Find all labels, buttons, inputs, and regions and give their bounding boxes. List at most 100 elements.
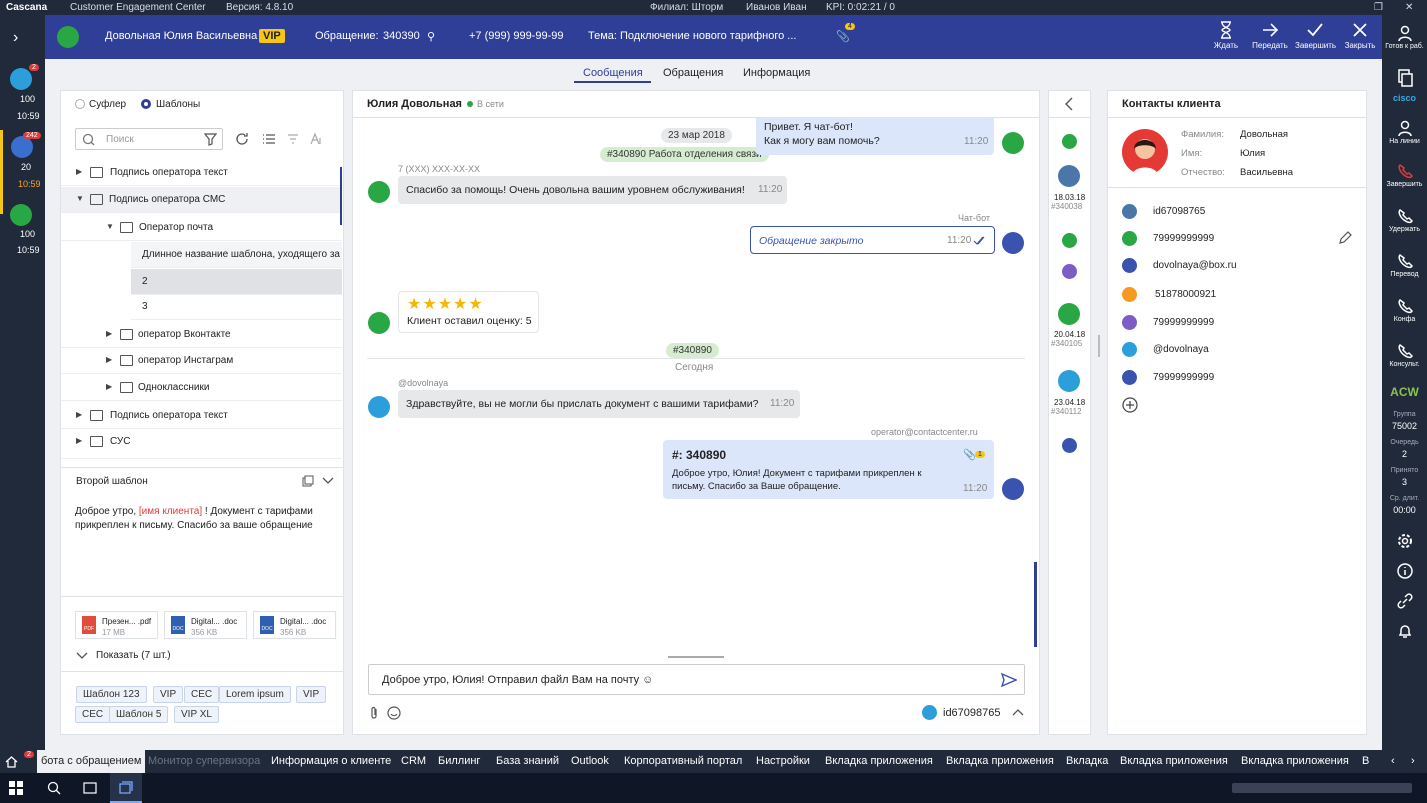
- tab-billing[interactable]: Биллинг: [438, 755, 480, 767]
- whatsapp-icon[interactable]: [1058, 303, 1080, 325]
- contact-phone[interactable]: 79999999999: [1153, 372, 1214, 383]
- file-attachment[interactable]: DOC Digital... .doc 356 KB: [164, 611, 247, 639]
- tab-requests[interactable]: Обращения: [663, 67, 723, 79]
- wait-button[interactable]: Ждать: [1206, 19, 1246, 57]
- link-icon[interactable]: [1382, 592, 1427, 612]
- tree-folder[interactable]: ▼ Оператор почта: [61, 215, 342, 241]
- home-icon[interactable]: [5, 755, 18, 768]
- search-input[interactable]: Поиск: [75, 128, 223, 150]
- show-more-link[interactable]: Показать (7 шт.): [96, 650, 171, 661]
- emoji-icon[interactable]: [387, 706, 401, 720]
- windows-start-icon[interactable]: [9, 781, 23, 795]
- tab-app[interactable]: Вкладка приложения: [946, 755, 1054, 767]
- close-button[interactable]: Закрыть: [1340, 19, 1380, 57]
- tab-app[interactable]: В: [1362, 755, 1369, 767]
- contact-email[interactable]: dovolnaya@box.ru: [1153, 260, 1237, 271]
- expand-icon[interactable]: ›: [13, 29, 18, 47]
- edit-icon[interactable]: [1338, 231, 1352, 245]
- attachment-icon[interactable]: 📎: [836, 30, 850, 43]
- transfer-call-button[interactable]: Перевод: [1382, 253, 1427, 278]
- file-attachment[interactable]: PDF Презен... .pdf 17 MB: [75, 611, 158, 639]
- send-icon[interactable]: [1001, 673, 1017, 687]
- tree-folder[interactable]: ▶ Подпись оператора текст: [61, 403, 342, 429]
- resize-handle[interactable]: [668, 656, 724, 658]
- tree-item[interactable]: 2: [131, 269, 342, 295]
- whatsapp-icon[interactable]: [1062, 134, 1077, 149]
- tab-settings[interactable]: Настройки: [756, 755, 810, 767]
- contact-ok[interactable]: 51878000921: [1155, 289, 1216, 300]
- ready-button[interactable]: Готов к раб.: [1382, 25, 1427, 50]
- search-icon[interactable]: [47, 781, 61, 795]
- tree-item[interactable]: 3: [131, 294, 342, 320]
- tab-knowledge[interactable]: База знаний: [496, 755, 559, 767]
- contact-viber[interactable]: 79999999999: [1153, 317, 1214, 328]
- tab-app[interactable]: Вкладка приложения: [1241, 755, 1349, 767]
- tab-portal[interactable]: Корпоративный портал: [624, 755, 742, 767]
- attach-icon[interactable]: [369, 706, 379, 720]
- copy-icon[interactable]: [1382, 69, 1427, 89]
- close-window-icon[interactable]: ✕: [1405, 2, 1413, 13]
- tree-item[interactable]: Длинное название шаблона, уходящего за: [131, 242, 342, 268]
- chevron-down-icon[interactable]: [322, 477, 334, 485]
- chat-scrollbar[interactable]: [1034, 562, 1037, 647]
- chevron-up-icon[interactable]: [1012, 708, 1024, 716]
- restore-icon[interactable]: ❐: [1374, 2, 1383, 13]
- tab-app[interactable]: Вкладка: [1066, 755, 1108, 767]
- channel-whatsapp[interactable]: 100 10:59: [0, 199, 45, 283]
- transfer-button[interactable]: Передать: [1250, 19, 1290, 57]
- chevron-right-icon[interactable]: ›: [1411, 755, 1415, 767]
- online-button[interactable]: На линии: [1382, 120, 1427, 145]
- tree-folder[interactable]: ▶ Одноклассники: [61, 375, 342, 401]
- chevron-left-icon[interactable]: ‹: [1391, 755, 1395, 767]
- ticket-pill[interactable]: #340890 Работа отделения связи: [600, 147, 769, 162]
- message-input[interactable]: Доброе утро, Юлия! Отправил файл Вам на …: [368, 664, 1025, 695]
- tree-folder[interactable]: ▶ Подпись оператора текст: [61, 160, 342, 186]
- bell-icon[interactable]: [1382, 622, 1427, 642]
- template-tag[interactable]: Lorem ipsum: [219, 686, 291, 703]
- tab-work[interactable]: бота с обращением: [37, 750, 146, 773]
- add-contact-icon[interactable]: [1122, 397, 1138, 413]
- template-tag[interactable]: CEC: [184, 686, 220, 703]
- template-tag[interactable]: Шаблон 123: [76, 686, 147, 703]
- template-tag[interactable]: VIP XL: [174, 706, 219, 723]
- tree-folder[interactable]: ▶ СУС: [61, 429, 342, 459]
- hold-button[interactable]: Удержать: [1382, 208, 1427, 233]
- tree-scrollbar[interactable]: [340, 167, 342, 225]
- file-attachment[interactable]: DOC Digital... .doc 356 KB: [253, 611, 336, 639]
- history-ticket[interactable]: #340038: [1051, 202, 1082, 211]
- tab-info[interactable]: Информация: [743, 67, 810, 79]
- tree-folder[interactable]: ▶ оператор Вконтакте: [61, 322, 342, 348]
- topic[interactable]: Тема: Подключение нового тарифного ...: [588, 30, 796, 42]
- whatsapp-icon[interactable]: [1062, 233, 1077, 248]
- copy-icon[interactable]: [302, 475, 314, 487]
- list-icon[interactable]: [262, 132, 276, 146]
- viber-icon[interactable]: [1062, 264, 1077, 279]
- acw-button[interactable]: ACW: [1382, 385, 1427, 399]
- ticket-pill[interactable]: #340890: [666, 343, 719, 358]
- ticket-number[interactable]: 340390: [383, 30, 420, 42]
- contact-whatsapp[interactable]: 79999999999: [1153, 233, 1214, 244]
- info-icon[interactable]: [1382, 562, 1427, 582]
- resize-handle[interactable]: [1098, 335, 1100, 357]
- template-tag[interactable]: CEC: [75, 706, 111, 723]
- radio-templates[interactable]: [141, 99, 151, 109]
- contact-telegram[interactable]: @dovolnaya: [1153, 344, 1209, 355]
- channel-selector[interactable]: id67098765: [943, 707, 1001, 719]
- conference-button[interactable]: Конфа: [1382, 298, 1427, 323]
- tab-app[interactable]: Вкладка приложения: [1120, 755, 1228, 767]
- tab-client-info[interactable]: Информация о клиенте: [271, 755, 391, 767]
- mail-icon[interactable]: [1062, 438, 1077, 453]
- template-tag[interactable]: VIP: [296, 686, 327, 703]
- template-tag[interactable]: Шаблон 5: [109, 706, 169, 723]
- settings-icon[interactable]: [1382, 532, 1427, 552]
- end-call-button[interactable]: Завершить: [1382, 163, 1427, 188]
- history-ticket[interactable]: #340112: [1051, 407, 1082, 416]
- tab-app[interactable]: Вкладка приложения: [825, 755, 933, 767]
- vk-icon[interactable]: [1058, 165, 1080, 187]
- tab-messages[interactable]: Сообщения: [583, 67, 643, 79]
- client-name[interactable]: Довольная Юлия Васильевна: [105, 30, 257, 42]
- sort-icon[interactable]: [286, 132, 300, 146]
- text-size-icon[interactable]: [310, 132, 324, 146]
- template-tag[interactable]: VIP: [153, 686, 184, 703]
- tab-monitor[interactable]: Монитор супервизора: [148, 755, 260, 767]
